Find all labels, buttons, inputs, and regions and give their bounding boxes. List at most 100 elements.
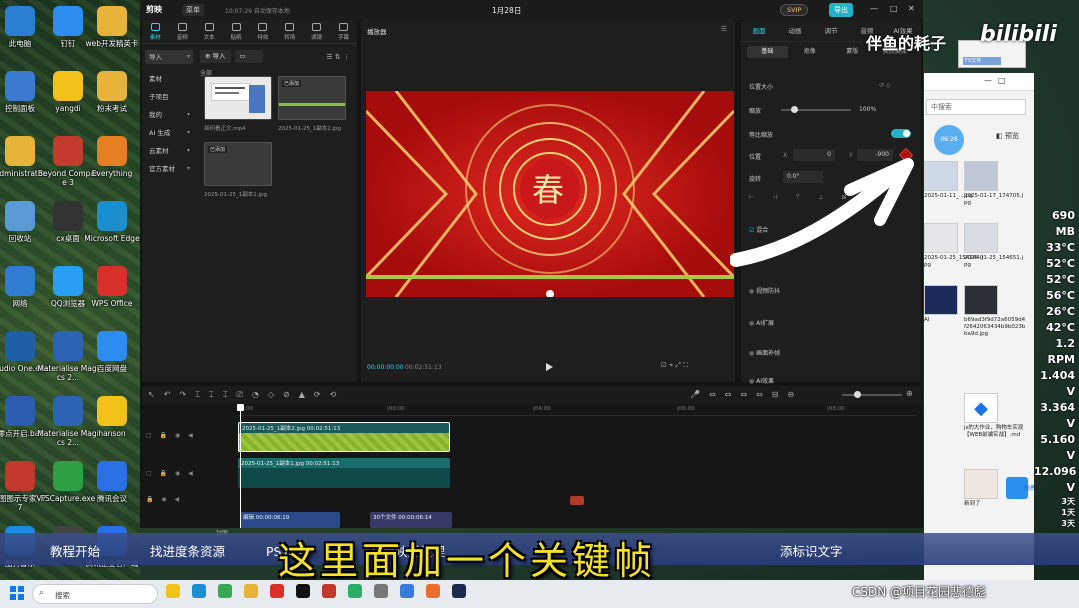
sort-icon[interactable]: ☰ ⇅ ⋮ xyxy=(326,53,350,61)
svip-button[interactable]: SVIP xyxy=(780,4,809,16)
media-thumb-3[interactable]: 已添加 xyxy=(204,142,272,186)
clip-track-2[interactable]: 2025-01-25_1副本1.jpg 00:02:51:13 xyxy=(238,458,450,488)
reset-icon[interactable]: ↺ ◇ xyxy=(879,82,891,89)
timeline-right-tools-icon[interactable]: 🎤⇔⇔⇔⇔⊟⊖ xyxy=(690,390,803,399)
media-nav-item[interactable]: 素材 xyxy=(145,72,193,86)
desktop-icon[interactable]: Microsoft Edge xyxy=(80,199,144,261)
tool-tab[interactable]: 贴纸 xyxy=(223,20,250,44)
timeline-tools-icon[interactable]: ↖↶↷⌶⌶⌶⎚◔◇⊘▲⟳⟲ xyxy=(148,390,345,400)
close-icon[interactable]: ✕ xyxy=(908,4,915,13)
desktop-icon[interactable]: hanson xyxy=(80,394,144,456)
stabilize-row[interactable]: ● 视频防抖 xyxy=(749,286,780,295)
edge-taskbar-icon[interactable] xyxy=(192,584,206,598)
photoshop-taskbar-icon[interactable] xyxy=(452,584,466,598)
preview-tab[interactable]: ◧ 预览 xyxy=(996,131,1019,141)
play-button[interactable] xyxy=(546,363,553,371)
import-options-button[interactable]: ▭ xyxy=(234,50,263,63)
track-controls-2[interactable]: ▢ 🔒 ◉ ◀ xyxy=(146,470,196,477)
video-preview[interactable]: 春 xyxy=(366,91,734,297)
ai-extend-row[interactable]: ● AI扩展 xyxy=(749,318,774,327)
clip-track-1[interactable]: 2025-01-25_1副本2.jpg 00:02:51:13 xyxy=(238,422,450,452)
desktop-icon[interactable]: 腾讯会议 xyxy=(80,459,144,521)
capcut-taskbar-icon[interactable] xyxy=(296,584,310,598)
file-thumbnail[interactable]: ◆ xyxy=(964,393,998,423)
tool-tab[interactable]: 特效 xyxy=(250,20,277,44)
player-controls-icon[interactable]: ⊡ ⌖ ⤢ ⛶ xyxy=(661,361,688,370)
desktop-icon[interactable]: 粉末考试 xyxy=(80,69,144,131)
media-nav-item[interactable]: 我的 ▾ xyxy=(145,108,193,122)
chapter-2[interactable]: 找进度条资源 xyxy=(150,541,225,560)
system-stat: 56°C xyxy=(1046,289,1075,302)
desktop-icon[interactable]: web开发精英卡 xyxy=(80,4,144,66)
tool-tab[interactable]: 转场 xyxy=(276,20,303,44)
desktop-icon[interactable]: 百度网盘 xyxy=(80,329,144,391)
import-button[interactable]: ⊕ 导入 xyxy=(200,50,231,63)
ai-effects-row[interactable]: ● AI效果 xyxy=(749,376,774,385)
property-tab[interactable]: 动画 xyxy=(777,20,813,41)
timeline[interactable]: 00:00 |00:00 |04:00 |06:00 |08:00 ▢ 🔒 ◉ ◀ 20… xyxy=(142,404,921,537)
scale-slider-handle[interactable] xyxy=(791,106,798,113)
app-taskbar-icon[interactable] xyxy=(374,584,388,598)
scale-value[interactable]: 100% xyxy=(859,106,876,113)
app64-taskbar-icon[interactable] xyxy=(322,584,336,598)
tool-tab[interactable]: 字幕 xyxy=(330,20,357,44)
wps-taskbar-icon[interactable] xyxy=(270,584,284,598)
property-tab[interactable]: 调节 xyxy=(813,20,849,41)
property-subtab[interactable]: 基础 xyxy=(747,46,788,58)
file-thumbnail[interactable] xyxy=(964,469,998,499)
track-controls-3[interactable]: 🔒 ◉ ◀ xyxy=(146,496,182,503)
scale-label: 缩放 xyxy=(749,108,762,115)
media-nav-item[interactable]: 导入 ▾ xyxy=(145,50,193,64)
upload-badge[interactable]: 拖拽至此上传 xyxy=(1024,483,1034,492)
media-thumb-1[interactable] xyxy=(204,76,272,120)
bottom-clip-1[interactable]: 编辑 00:00:06:19 xyxy=(240,512,340,528)
wechat-taskbar-icon[interactable] xyxy=(348,584,362,598)
file-thumbnail[interactable] xyxy=(924,285,958,315)
system-stat: 26°C xyxy=(1046,305,1075,318)
folder-taskbar-icon[interactable] xyxy=(244,584,258,598)
ruler-tick: |04:00 xyxy=(533,406,551,412)
zoom-in-icon[interactable]: ⊕ xyxy=(906,389,913,398)
chrome-taskbar-icon[interactable] xyxy=(218,584,232,598)
chapter-1[interactable]: 教程开始 xyxy=(50,541,100,560)
tool-tab[interactable]: 音频 xyxy=(169,20,196,44)
chapter-5[interactable]: 添标识文字 xyxy=(780,541,843,560)
scale-slider[interactable] xyxy=(781,106,851,113)
start-icon[interactable] xyxy=(10,586,24,600)
explorer-window-controls-icon[interactable]: —□ xyxy=(984,76,1012,85)
uniform-scale-toggle[interactable] xyxy=(891,129,911,138)
file-thumbnail[interactable] xyxy=(964,161,998,191)
property-subtab[interactable]: 抠像 xyxy=(790,46,831,58)
tool-tab[interactable]: 滤镜 xyxy=(303,20,330,44)
frame-fill-row[interactable]: ● 画面补帧 xyxy=(749,348,780,357)
file-thumbnail[interactable] xyxy=(924,223,958,253)
tool-tab[interactable]: 素材 xyxy=(142,20,169,44)
tool-tab[interactable]: 文本 xyxy=(196,20,223,44)
zoom-slider[interactable] xyxy=(842,391,902,398)
playhead[interactable] xyxy=(237,404,244,528)
file-thumbnail[interactable] xyxy=(924,161,958,191)
menu-button[interactable]: 菜单 xyxy=(182,4,204,16)
taskbar-search[interactable]: ⌕ 搜索 xyxy=(32,584,158,604)
file-thumbnail[interactable] xyxy=(964,223,998,253)
media-thumb-2[interactable]: 已添加 xyxy=(278,76,346,120)
desktop-icon[interactable]: Everything xyxy=(80,134,144,196)
property-tab[interactable]: 画面 xyxy=(741,20,777,41)
export-button[interactable]: 导出 xyxy=(829,3,853,17)
explorer-taskbar-icon[interactable] xyxy=(166,584,180,598)
network-taskbar-icon[interactable] xyxy=(400,584,414,598)
marker-icon[interactable] xyxy=(570,496,584,505)
explorer-search-input[interactable]: 中搜索 xyxy=(926,99,1026,115)
file-thumbnail[interactable] xyxy=(964,285,998,315)
media-nav-item[interactable]: AI 生成 ▾ xyxy=(145,126,193,140)
app2-taskbar-icon[interactable] xyxy=(426,584,440,598)
player-menu-icon[interactable]: ☰ xyxy=(721,25,727,33)
media-nav-item[interactable]: 官方素材 ▾ xyxy=(145,162,193,176)
track-controls-1[interactable]: ▢ 🔒 ◉ ◀ xyxy=(146,432,196,439)
minimize-icon[interactable]: — xyxy=(870,4,878,13)
maximize-icon[interactable]: □ xyxy=(890,4,898,13)
media-nav-item[interactable]: 云素材 ▾ xyxy=(145,144,193,158)
desktop-icon[interactable]: WPS Office xyxy=(80,264,144,326)
bottom-clip-2[interactable]: 30个文件 00:00:06:14 xyxy=(370,512,452,528)
media-nav-item[interactable]: 子项目 xyxy=(145,90,193,104)
